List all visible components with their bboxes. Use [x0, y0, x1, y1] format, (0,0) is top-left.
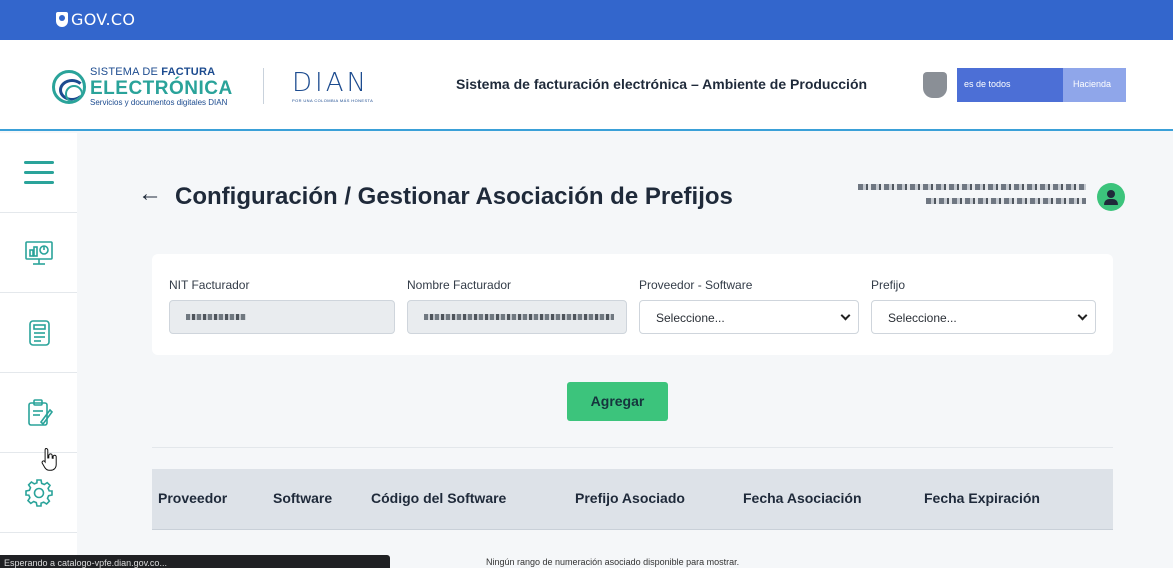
sidebar-item-dashboard[interactable] [0, 213, 77, 293]
gov-bar: GOV.CO [0, 0, 1173, 40]
agregar-button[interactable]: Agregar [567, 382, 668, 421]
association-form: NIT Facturador Nombre Facturador Proveed… [152, 254, 1113, 355]
sidebar-item-documents[interactable] [0, 293, 77, 373]
gov-co-text: GOV.CO [71, 10, 136, 29]
header-divider [263, 68, 264, 104]
prefijo-label: Prefijo [871, 278, 906, 292]
chevron-down-icon [1077, 310, 1088, 321]
prefijo-selected-value: Seleccione... [888, 311, 957, 325]
brand-line2: ELECTRÓNICA [90, 78, 233, 99]
chevron-down-icon [840, 310, 851, 321]
document-list-icon [28, 319, 50, 346]
hacienda-text-2: Hacienda [1063, 68, 1126, 102]
dashboard-monitor-icon [24, 240, 53, 265]
user-info-redacted [858, 184, 1086, 214]
site-header: SISTEMA DE FACTURA ELECTRÓNICA Servicios… [0, 40, 1173, 131]
column-header-fecha-asociacion[interactable]: Fecha Asociación [743, 490, 862, 506]
factura-globe-icon [52, 70, 86, 104]
dian-logo[interactable]: DIAN POR UNA COLOMBIA MÁS HONESTA [292, 70, 373, 103]
nit-field [169, 300, 395, 334]
prefijo-select[interactable]: Seleccione... [871, 300, 1096, 334]
column-header-prefijo-asociado[interactable]: Prefijo Asociado [575, 490, 685, 506]
page-title: Configuración / Gestionar Asociación de … [175, 183, 733, 210]
sidebar [0, 133, 77, 568]
nit-redacted [186, 314, 246, 320]
proveedor-select[interactable]: Seleccione... [639, 300, 859, 334]
environment-title: Sistema de facturación electrónica – Amb… [456, 76, 868, 92]
hacienda-logo[interactable]: es de todos Hacienda [923, 68, 1126, 102]
column-header-codigo-software[interactable]: Código del Software [371, 490, 506, 506]
hacienda-text-1: es de todos [957, 68, 1063, 102]
user-avatar-icon[interactable] [1097, 183, 1125, 211]
nombre-redacted [424, 314, 614, 320]
column-header-fecha-expiracion[interactable]: Fecha Expiración [924, 490, 1040, 506]
dian-tagline: POR UNA COLOMBIA MÁS HONESTA [292, 98, 374, 103]
clipboard-edit-icon [27, 398, 53, 426]
colombia-crest-icon [56, 12, 68, 27]
factura-electronica-logo[interactable]: SISTEMA DE FACTURA ELECTRÓNICA Servicios… [52, 67, 233, 107]
proveedor-label: Proveedor - Software [639, 278, 753, 292]
brand-line1-prefix: SISTEMA DE [90, 66, 162, 78]
nombre-label: Nombre Facturador [407, 278, 512, 292]
nombre-field-group: Nombre Facturador [407, 278, 627, 334]
hacienda-shield-icon [923, 72, 947, 98]
section-divider [152, 447, 1113, 448]
sidebar-menu-toggle[interactable] [0, 133, 77, 213]
sidebar-item-reports[interactable] [0, 373, 77, 453]
proveedor-selected-value: Seleccione... [656, 311, 725, 325]
gov-co-logo[interactable]: GOV.CO [56, 10, 135, 29]
gear-icon [24, 478, 53, 507]
table-empty-message: Ningún rango de numeración asociado disp… [486, 557, 740, 567]
dian-wordmark: DIAN [292, 68, 369, 98]
brand-line3: Servicios y documentos digitales DIAN [90, 98, 228, 107]
proveedor-field-group: Proveedor - Software Seleccione... [639, 278, 859, 334]
sidebar-item-settings[interactable] [0, 453, 77, 533]
back-arrow-icon[interactable]: ← [138, 182, 162, 206]
nit-field-group: NIT Facturador [169, 278, 395, 334]
column-header-software[interactable]: Software [273, 490, 332, 506]
nombre-field [407, 300, 627, 334]
hand-pointer-cursor-icon [41, 447, 57, 471]
hamburger-menu-icon [23, 161, 54, 184]
browser-status-bar: Esperando a catalogo-vpfe.dian.gov.co... [0, 555, 390, 568]
nit-label: NIT Facturador [169, 278, 250, 292]
brand-line1-bold: FACTURA [161, 66, 216, 78]
prefijo-field-group: Prefijo Seleccione... [871, 278, 1096, 334]
table-header: Proveedor Software Código del Software P… [152, 469, 1113, 530]
column-header-proveedor[interactable]: Proveedor [158, 490, 227, 506]
